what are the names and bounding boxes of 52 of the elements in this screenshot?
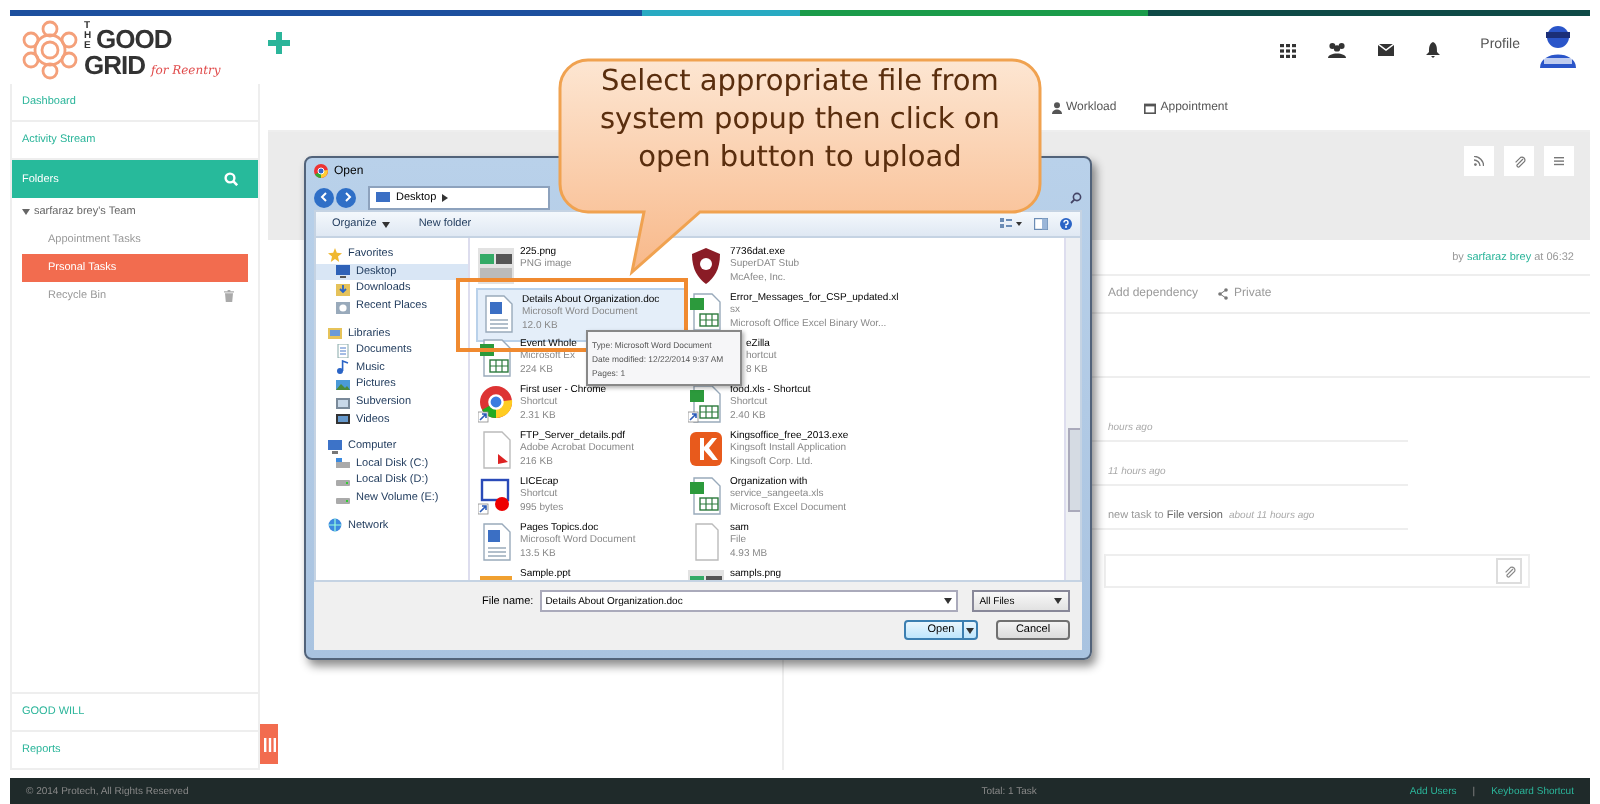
caret-icon	[966, 627, 974, 633]
scrollbar[interactable]	[1064, 238, 1080, 580]
star-icon	[328, 247, 342, 262]
doc-icon	[336, 343, 350, 358]
desktop-icon	[376, 192, 390, 202]
rss-icon	[1474, 156, 1484, 166]
paperclip-icon	[1513, 155, 1525, 167]
recent-icon	[336, 299, 350, 314]
help-icon[interactable]	[1060, 218, 1072, 230]
calendar-icon	[1144, 101, 1157, 113]
trash-icon[interactable]	[224, 290, 234, 302]
plus-icon[interactable]	[268, 31, 291, 53]
users-icon[interactable]	[1328, 42, 1347, 58]
back-button[interactable]	[314, 187, 334, 207]
network-icon	[328, 518, 342, 533]
computer-icon	[328, 439, 342, 454]
preview-pane-icon[interactable]	[1034, 218, 1048, 230]
grid-icon[interactable]	[1280, 43, 1297, 57]
bell-icon[interactable]	[1426, 42, 1441, 58]
share-icon	[1218, 288, 1229, 300]
logo-text: GRID	[84, 52, 145, 78]
callout-text: Select appropriate file from system popup then click on open button to upload	[598, 64, 1002, 178]
download-icon	[336, 281, 350, 296]
chevron-icon	[442, 193, 449, 201]
caret-icon	[1054, 598, 1062, 604]
video-icon	[336, 412, 350, 427]
comment-field[interactable]	[1104, 554, 1530, 588]
flower-logo-icon	[20, 20, 80, 80]
bars-icon	[263, 737, 275, 751]
caret-icon[interactable]	[22, 208, 30, 216]
caret-icon	[382, 221, 391, 227]
caret-icon	[943, 598, 952, 604]
desktop-icon	[336, 264, 350, 279]
picture-icon	[336, 377, 350, 392]
user-icon	[1052, 101, 1062, 113]
music-icon	[336, 360, 350, 375]
attach-button[interactable]	[1496, 558, 1522, 584]
search-icon[interactable]	[1070, 191, 1082, 203]
library-icon	[328, 326, 342, 341]
menu-button[interactable]	[1544, 146, 1574, 176]
sidebar-toggle[interactable]	[260, 724, 278, 764]
svn-icon	[336, 395, 350, 410]
forward-button[interactable]	[336, 187, 356, 207]
attach-button[interactable]	[1504, 146, 1534, 176]
envelope-icon[interactable]	[1378, 44, 1395, 56]
menu-icon	[1554, 156, 1564, 166]
browser-icon	[314, 164, 328, 178]
rss-button[interactable]	[1464, 146, 1494, 176]
avatar-icon[interactable]	[1540, 24, 1576, 68]
paperclip-icon	[1503, 565, 1515, 577]
view-options-icon[interactable]	[1000, 218, 1022, 230]
logo-text: GOOD	[96, 26, 172, 52]
